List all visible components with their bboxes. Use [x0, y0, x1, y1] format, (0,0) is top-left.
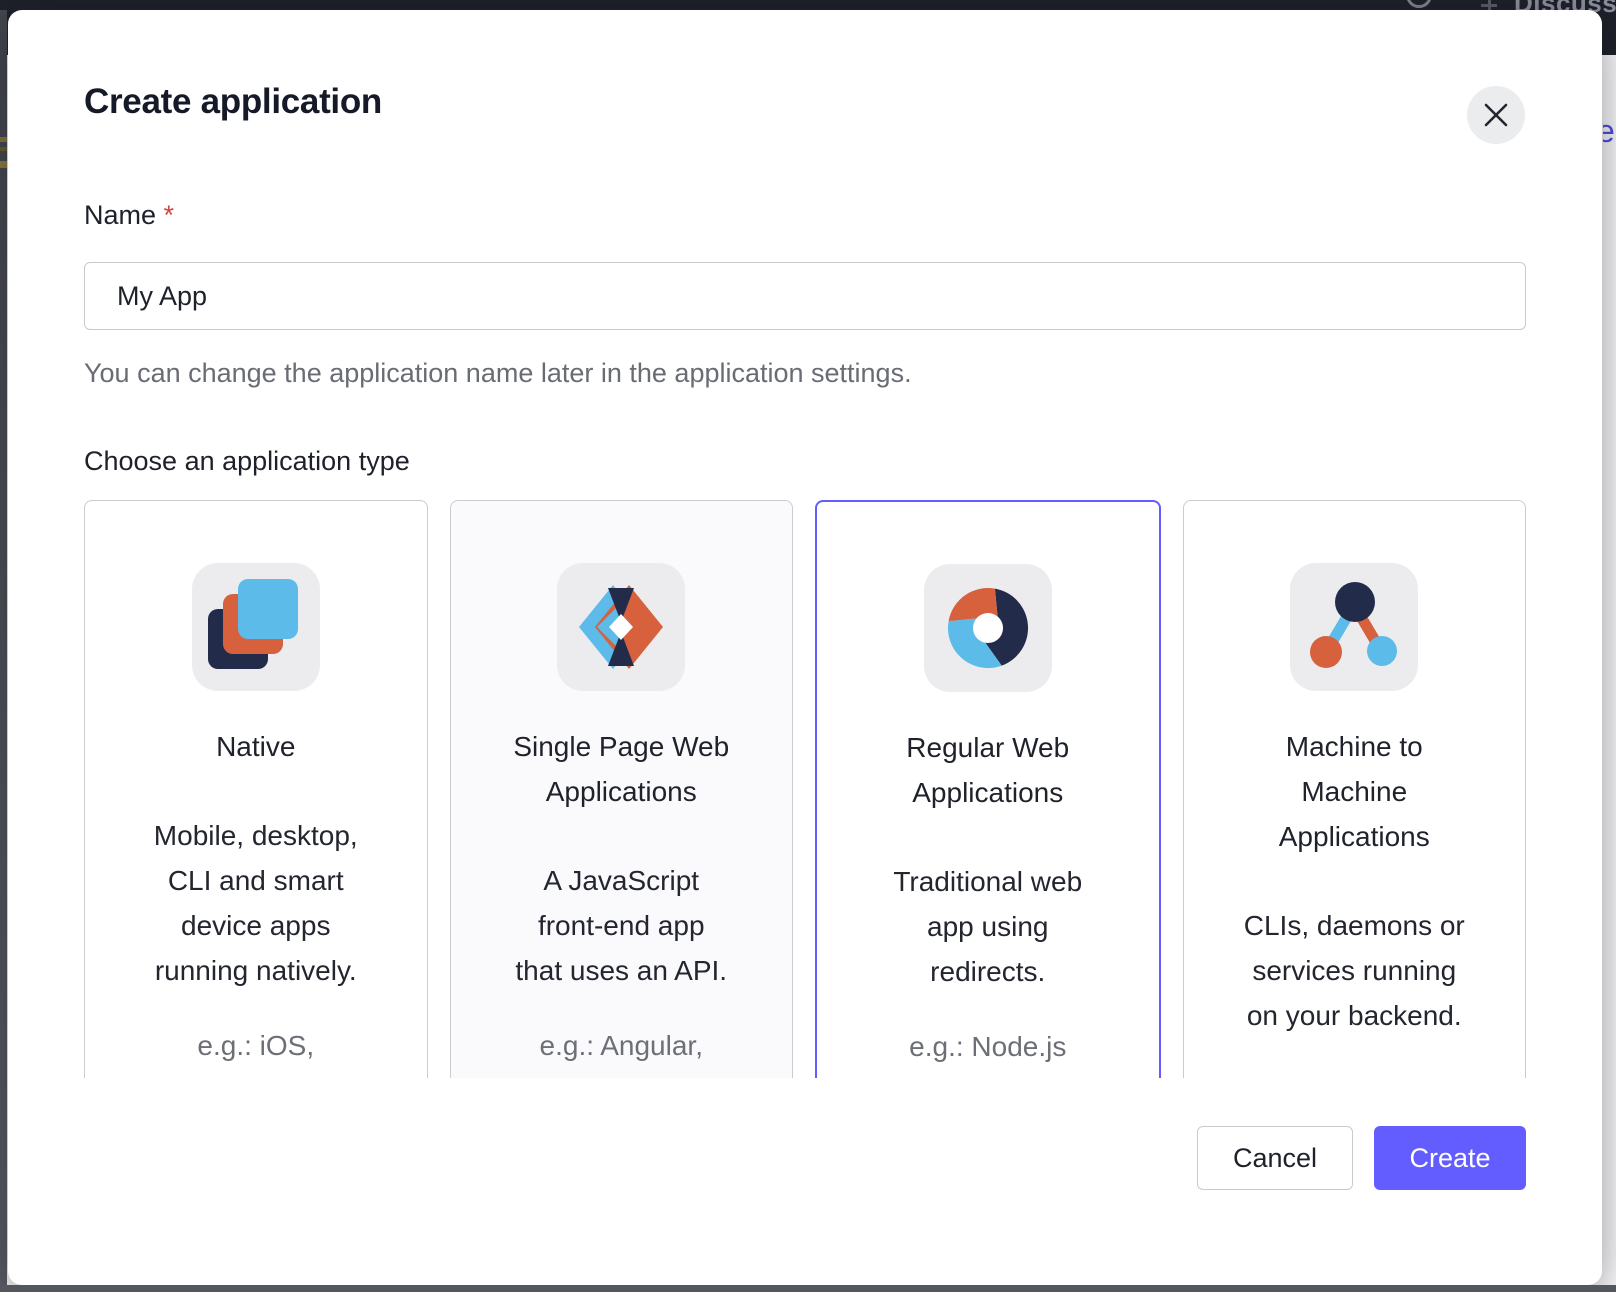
page-bottom-edge	[0, 1285, 1616, 1292]
cancel-button[interactable]: Cancel	[1197, 1126, 1353, 1190]
left-edge-gold-dash	[0, 161, 7, 168]
background-link-fragment[interactable]: e	[1603, 113, 1615, 150]
application-type-heading: Choose an application type	[84, 446, 410, 477]
card-description: Mobile, desktop, CLI and smart device ap…	[154, 813, 358, 993]
card-description: CLIs, daemons or services running on you…	[1244, 903, 1465, 1038]
card-example: e.g.: Angular, React, Vue	[540, 1023, 703, 1078]
network-nodes-icon	[1292, 565, 1416, 689]
close-button[interactable]	[1467, 86, 1525, 144]
card-example: e.g.: Node.js Express	[909, 1024, 1066, 1078]
name-label: Name *	[84, 200, 174, 231]
page-left-edge	[0, 10, 7, 1285]
dual-diamond-icon	[559, 565, 683, 689]
regular-web-icon-box	[924, 564, 1052, 692]
screen: Discuss e Create application Name * You …	[0, 0, 1616, 1292]
card-title: Machine to Machine Applications	[1279, 724, 1430, 859]
card-regular-web[interactable]: Regular Web Applications Traditional web…	[815, 500, 1161, 1078]
card-machine-to-machine[interactable]: Machine to Machine Applications CLIs, da…	[1183, 500, 1527, 1078]
create-application-modal: Create application Name * You can change…	[8, 10, 1602, 1285]
application-type-cards-viewport: Native Mobile, desktop, CLI and smart de…	[84, 500, 1526, 1078]
navbar-divider-tick	[1481, 4, 1497, 7]
card-title: Native	[216, 724, 295, 769]
left-edge-gold-dash	[0, 147, 7, 151]
card-native[interactable]: Native Mobile, desktop, CLI and smart de…	[84, 500, 428, 1078]
left-edge-gold-dash	[0, 137, 7, 142]
stacked-squares-icon	[194, 565, 318, 689]
card-title: Regular Web Applications	[906, 725, 1069, 815]
card-description: Traditional web app using redirects.	[893, 859, 1082, 994]
card-description: A JavaScript front-end app that uses an …	[515, 858, 727, 993]
create-button[interactable]: Create	[1374, 1126, 1526, 1190]
name-help-text: You can change the application name late…	[84, 358, 912, 389]
card-title: Single Page Web Applications	[513, 724, 729, 814]
name-label-text: Name	[84, 200, 156, 230]
native-icon-box	[192, 563, 320, 691]
card-example: e.g.: iOS, Electron, Apple	[162, 1023, 350, 1078]
page-right-edge: e	[1603, 55, 1616, 1285]
m2m-icon-box	[1290, 563, 1418, 691]
swirl-donut-icon	[926, 566, 1050, 690]
close-icon	[1483, 102, 1509, 128]
spa-icon-box	[557, 563, 685, 691]
modal-title: Create application	[84, 82, 382, 122]
required-asterisk: *	[164, 200, 175, 230]
card-single-page-web[interactable]: Single Page Web Applications A JavaScrip…	[450, 500, 794, 1078]
search-icon[interactable]	[1406, 0, 1432, 8]
app-name-input[interactable]	[84, 262, 1526, 330]
card-example: e.g.: Shell script	[1255, 1068, 1454, 1078]
application-type-cards: Native Mobile, desktop, CLI and smart de…	[84, 500, 1526, 1078]
